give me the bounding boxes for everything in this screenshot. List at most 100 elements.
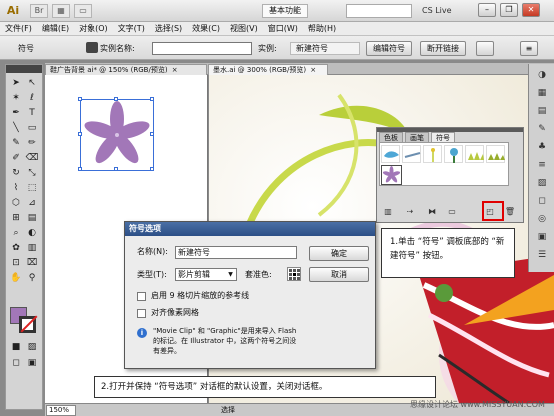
registration-point-selected[interactable] (293, 273, 296, 276)
perspective-grid-tool-icon[interactable]: ⊿ (25, 197, 39, 209)
direct-selection-tool-icon[interactable]: ↖ (25, 77, 39, 89)
resize-handle[interactable] (150, 97, 154, 101)
tab-symbols[interactable]: 符号 (431, 132, 455, 142)
arrange-documents-icon[interactable]: ▦ (52, 4, 70, 18)
symbol-thumbnail[interactable] (486, 145, 505, 163)
tab-close-icon[interactable]: × (310, 66, 316, 74)
delete-symbol-icon[interactable]: 🗑 (503, 206, 517, 217)
slice-tool-icon[interactable]: ⌧ (25, 257, 39, 269)
screen-mode-tool-icon[interactable]: ▣ (25, 357, 39, 369)
cs-live-button[interactable]: CS Live (422, 4, 452, 18)
pencil-tool-icon[interactable]: ✏ (25, 137, 39, 149)
break-link-button[interactable]: 断开链接 (420, 41, 466, 56)
ok-button[interactable]: 确定 (309, 246, 369, 261)
eyedropper-tool-icon[interactable]: ⌕ (9, 227, 23, 239)
pen-tool-icon[interactable]: ✒ (9, 107, 23, 119)
line-tool-icon[interactable]: ╲ (9, 122, 23, 134)
registration-point[interactable] (289, 269, 292, 272)
symbol-thumbnail[interactable] (444, 145, 463, 163)
hand-tool-icon[interactable]: ✋ (9, 272, 23, 284)
menu-file[interactable]: 文件(F) (0, 22, 37, 35)
tab-ink[interactable]: 墨水.ai @ 300% (RGB/预览) × (208, 64, 328, 75)
brushes-icon[interactable]: ✎ (534, 122, 550, 136)
menu-effect[interactable]: 效果(C) (187, 22, 225, 35)
tab-shoe-ad-background[interactable]: 鞋广告背景 ai* @ 150% (RGB/预览) × (45, 64, 207, 75)
symbol-thumbnail[interactable] (423, 145, 442, 163)
mesh-tool-icon[interactable]: ⊞ (9, 212, 23, 224)
color-mode-icon[interactable]: ■ (9, 341, 23, 353)
panel-menu-icon[interactable]: ≡ (520, 41, 538, 56)
symbol-type-select[interactable]: 影片剪辑 ▼ (175, 268, 237, 281)
resize-handle[interactable] (114, 167, 118, 171)
screen-mode-icon[interactable]: ▭ (74, 4, 92, 18)
artboard-tool-icon[interactable]: ⊡ (9, 257, 23, 269)
stroke-icon[interactable]: ≡ (534, 158, 550, 172)
bridge-icon[interactable]: Br (30, 4, 48, 18)
layers-icon[interactable]: ☰ (534, 248, 550, 262)
guides-checkbox[interactable] (137, 292, 146, 301)
registration-point-grid[interactable] (287, 267, 301, 281)
resize-handle[interactable] (150, 132, 154, 136)
search-field[interactable] (346, 4, 412, 18)
tab-swatches[interactable]: 色板 (379, 132, 403, 142)
appearance-icon[interactable]: ◎ (534, 212, 550, 226)
resize-handle[interactable] (78, 167, 82, 171)
symbol-sprayer-tool-icon[interactable]: ✿ (9, 242, 23, 254)
instance-name-input[interactable] (152, 42, 252, 55)
reset-icon[interactable] (476, 41, 494, 56)
resize-handle[interactable] (114, 97, 118, 101)
rectangle-tool-icon[interactable]: ▭ (25, 122, 39, 134)
registration-point[interactable] (297, 277, 300, 280)
zoom-tool-icon[interactable]: ⚲ (25, 272, 39, 284)
symbol-thumbnail[interactable] (402, 145, 421, 163)
tools-panel-header[interactable] (6, 65, 42, 73)
paintbrush-tool-icon[interactable]: ✎ (9, 137, 23, 149)
purple-flower-symbol[interactable] (81, 100, 153, 170)
resize-handle[interactable] (150, 167, 154, 171)
blob-brush-tool-icon[interactable]: ✐ (9, 152, 23, 164)
symbol-name-input[interactable]: 新建符号 (175, 246, 297, 259)
registration-point[interactable] (289, 277, 292, 280)
resize-handle[interactable] (78, 132, 82, 136)
registration-point[interactable] (293, 269, 296, 272)
gradient-tool-icon[interactable]: ▤ (25, 212, 39, 224)
registration-point[interactable] (297, 269, 300, 272)
color-panel-icon[interactable]: ◑ (534, 68, 550, 82)
column-graph-tool-icon[interactable]: ▥ (25, 242, 39, 254)
tab-close-icon[interactable]: × (172, 66, 178, 74)
scale-tool-icon[interactable]: ⤡ (25, 167, 39, 179)
draw-normal-icon[interactable]: ◻ (9, 357, 23, 369)
symbol-options-icon[interactable]: ▭ (445, 206, 459, 217)
place-symbol-icon[interactable]: ⇢ (403, 206, 417, 217)
tab-brushes[interactable]: 画笔 (405, 132, 429, 142)
menu-edit[interactable]: 编辑(E) (37, 22, 74, 35)
symbol-libraries-icon[interactable]: ▥ (381, 206, 395, 217)
color-guide-icon[interactable]: ▦ (534, 86, 550, 100)
symbols-icon[interactable]: ♣ (534, 140, 550, 154)
registration-point[interactable] (289, 273, 292, 276)
gradient-mode-icon[interactable]: ▨ (25, 341, 39, 353)
menu-help[interactable]: 帮助(H) (303, 22, 341, 35)
zoom-level-field[interactable]: 150% (46, 405, 76, 416)
menu-select[interactable]: 选择(S) (150, 22, 187, 35)
workspace-switcher[interactable]: 基本功能 (262, 4, 308, 18)
break-link-icon[interactable]: ⧓ (425, 206, 439, 217)
graphic-styles-icon[interactable]: ▣ (534, 230, 550, 244)
minimize-button[interactable]: – (478, 3, 496, 17)
pixel-grid-checkbox[interactable] (137, 309, 146, 318)
registration-point[interactable] (293, 277, 296, 280)
close-button[interactable]: ✕ (522, 3, 540, 17)
magic-wand-tool-icon[interactable]: ✶ (9, 92, 23, 104)
lasso-tool-icon[interactable]: ℓ (25, 92, 39, 104)
free-transform-tool-icon[interactable]: ⬚ (25, 182, 39, 194)
cancel-button[interactable]: 取消 (309, 267, 369, 282)
restore-button[interactable]: ❐ (500, 3, 518, 17)
selection-tool-icon[interactable]: ➤ (9, 77, 23, 89)
symbol-thumbnail[interactable] (381, 145, 400, 163)
shape-builder-tool-icon[interactable]: ⬡ (9, 197, 23, 209)
blend-tool-icon[interactable]: ◐ (25, 227, 39, 239)
rotate-tool-icon[interactable]: ↻ (9, 167, 23, 179)
eraser-tool-icon[interactable]: ⌫ (25, 152, 39, 164)
new-flower-symbol-thumbnail[interactable] (381, 165, 402, 185)
menu-window[interactable]: 窗口(W) (263, 22, 303, 35)
